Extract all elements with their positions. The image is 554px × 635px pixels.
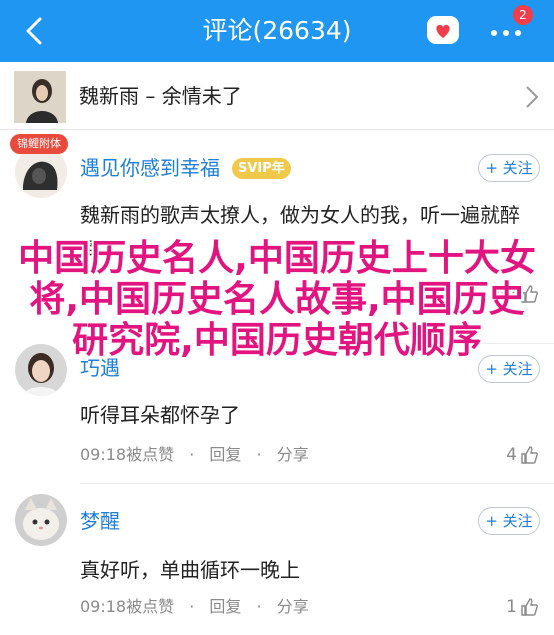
like-button[interactable]: 1 xyxy=(506,595,539,619)
reply-button[interactable]: 回复 xyxy=(209,597,241,616)
avatar[interactable] xyxy=(15,494,67,546)
username[interactable]: 遇见你感到幸福 xyxy=(80,154,220,182)
comment-item: 巧遇 + 关注 听得耳朵都怀孕了 09:18被点赞 · 回复 · 分享 4 xyxy=(0,344,554,485)
chevron-right-icon xyxy=(526,86,539,108)
liked-label: 被点赞 xyxy=(126,445,175,464)
separator-dot: · xyxy=(189,597,195,616)
like-count: 4 xyxy=(506,445,517,465)
thumbs-up-icon xyxy=(521,446,538,464)
follow-button[interactable]: + 关注 xyxy=(478,507,540,535)
comment-item: 梦醒 + 关注 真好听，单曲循环一晚上 09:18被点赞 · 回复 · 分享 1 xyxy=(0,485,554,635)
divider xyxy=(80,483,554,484)
song-row[interactable]: 魏新雨 – 余情未了 xyxy=(0,62,554,130)
notification-badge: 2 xyxy=(513,5,533,25)
top-bar: 评论(26634) 2 xyxy=(0,0,554,62)
follow-button[interactable]: + 关注 xyxy=(478,154,540,182)
comment-meta: 09:18被点赞 · 回复 · 分享 xyxy=(80,443,309,467)
overlay-keyword-text: 中国历史名人,中国历史上十大女将,中国历史名人故事,中国历史研究院,中国历史朝代… xyxy=(18,238,536,361)
liked-label: 被点赞 xyxy=(126,597,175,616)
separator-dot: · xyxy=(189,445,195,464)
comment-time: 09:18 xyxy=(80,445,127,464)
separator-dot: · xyxy=(256,445,262,464)
comment-text: 真好听，单曲循环一晚上 xyxy=(80,558,300,582)
reply-button[interactable]: 回复 xyxy=(209,445,241,464)
thumbs-up-icon xyxy=(521,598,538,616)
song-title: 魏新雨 – 余情未了 xyxy=(79,84,242,108)
comment-text: 听得耳朵都怀孕了 xyxy=(80,403,240,427)
username[interactable]: 梦醒 xyxy=(80,507,120,535)
like-count: 1 xyxy=(506,597,517,617)
comment-meta: 09:18被点赞 · 回复 · 分享 xyxy=(80,595,309,619)
heart-chat-icon[interactable] xyxy=(426,15,460,47)
vip-badge: SVIP年 xyxy=(232,158,291,179)
separator-dot: · xyxy=(256,597,262,616)
page-title: 评论(26634) xyxy=(202,16,352,45)
avatar-badge: 锦鲤附体 xyxy=(10,134,68,154)
share-button[interactable]: 分享 xyxy=(277,597,309,616)
album-cover xyxy=(14,71,66,123)
share-button[interactable]: 分享 xyxy=(277,445,309,464)
comment-time: 09:18 xyxy=(80,597,127,616)
like-button[interactable]: 4 xyxy=(506,443,539,467)
